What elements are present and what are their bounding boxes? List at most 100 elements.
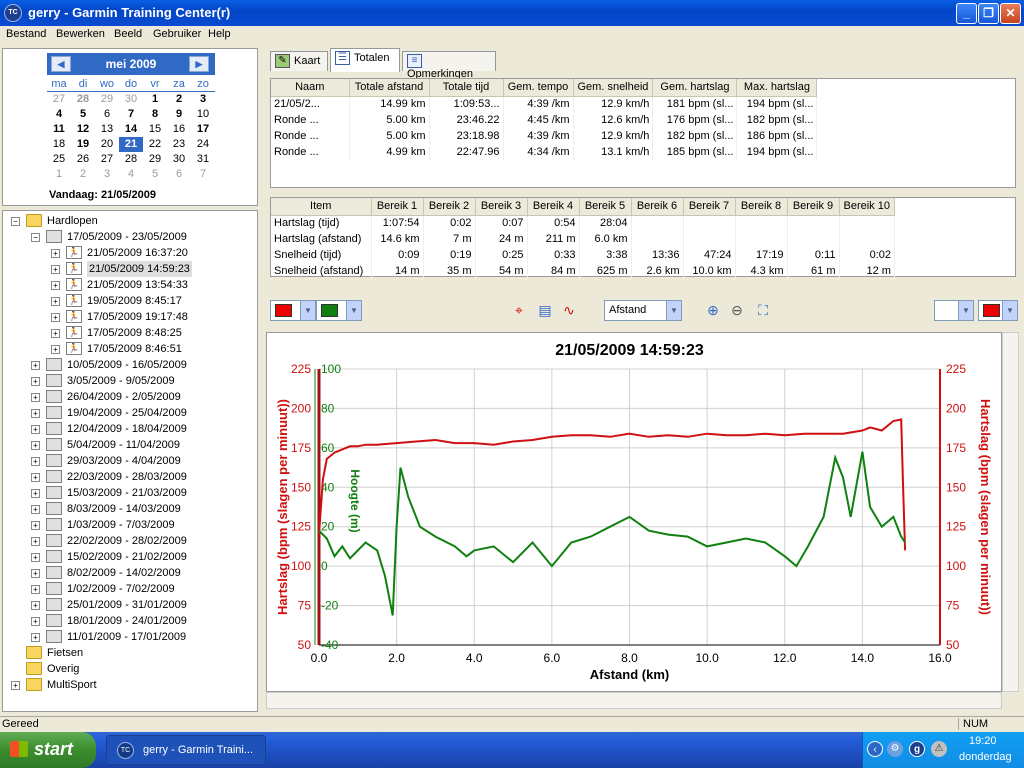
- calendar-day[interactable]: 6: [95, 107, 119, 122]
- calendar-day[interactable]: 19: [71, 137, 95, 152]
- column-header[interactable]: Totale afstand: [349, 79, 430, 97]
- expand-icon[interactable]: +: [31, 633, 40, 642]
- table-row[interactable]: 21/05/2... 14.99 km 1:09:53... 4:39 /km 12.9…: [271, 96, 818, 112]
- calendar-day[interactable]: 20: [95, 137, 119, 152]
- expand-icon[interactable]: +: [31, 617, 40, 626]
- minimize-button[interactable]: _: [956, 3, 977, 24]
- calendar-day[interactable]: 13: [95, 122, 119, 137]
- calendar-day[interactable]: 4: [119, 167, 143, 182]
- expand-icon[interactable]: +: [31, 393, 40, 402]
- calendar-day[interactable]: 27: [95, 152, 119, 167]
- calendar-day[interactable]: 5: [143, 167, 167, 182]
- prev-month-button[interactable]: ◀: [51, 56, 71, 72]
- calendar-day[interactable]: 30: [167, 152, 191, 167]
- calendar-day[interactable]: 25: [47, 152, 71, 167]
- expand-icon[interactable]: +: [51, 281, 60, 290]
- calendar-day[interactable]: 23: [167, 137, 191, 152]
- tab-kaart[interactable]: ✎ Kaart: [270, 51, 328, 71]
- expand-icon[interactable]: +: [31, 441, 40, 450]
- column-header[interactable]: Gem. tempo: [503, 79, 574, 97]
- calendar-day[interactable]: 9: [167, 107, 191, 122]
- expand-icon[interactable]: +: [31, 457, 40, 466]
- expand-icon[interactable]: +: [31, 425, 40, 434]
- vertical-scrollbar[interactable]: [1002, 332, 1019, 692]
- expand-icon[interactable]: +: [31, 505, 40, 514]
- column-header[interactable]: Naam: [271, 79, 350, 97]
- calendar-day[interactable]: 22: [143, 137, 167, 152]
- zoom-in-icon[interactable]: ⊕: [704, 301, 722, 319]
- expand-icon[interactable]: +: [51, 313, 60, 322]
- menu-gebruiker[interactable]: Gebruiker: [153, 28, 201, 40]
- horizontal-scrollbar[interactable]: [266, 692, 1002, 709]
- tab-totalen[interactable]: ☰ Totalen: [330, 48, 400, 72]
- menu-help[interactable]: Help: [208, 28, 231, 40]
- taskbar-item-garmin[interactable]: TC gerry - Garmin Traini...: [106, 735, 266, 765]
- menu-bewerken[interactable]: Bewerken: [56, 28, 105, 40]
- calendar-day[interactable]: 24: [191, 137, 215, 152]
- table-row[interactable]: Snelheid (afstand) 14 m 35 m 54 m 84 m 625 m2…: [271, 263, 895, 279]
- column-header[interactable]: Bereik 10: [839, 198, 895, 216]
- calendar-day[interactable]: 8: [143, 107, 167, 122]
- calendar-day[interactable]: 17: [191, 122, 215, 137]
- column-header[interactable]: Bereik 3: [475, 198, 528, 216]
- calendar-day[interactable]: 1: [143, 92, 167, 107]
- expand-icon[interactable]: +: [31, 377, 40, 386]
- calendar-day[interactable]: 7: [191, 167, 215, 182]
- expand-icon[interactable]: +: [51, 249, 60, 258]
- crosshair-icon[interactable]: ⌖: [510, 301, 528, 319]
- table-row[interactable]: Ronde ... 5.00 km 23:46.22 4:45 /km 12.6 km/…: [271, 112, 818, 128]
- calendar-day[interactable]: 16: [167, 122, 191, 137]
- expand-icon[interactable]: +: [51, 329, 60, 338]
- calendar-day[interactable]: 5: [71, 107, 95, 122]
- column-header[interactable]: Gem. snelheid: [573, 79, 654, 97]
- next-month-button[interactable]: ▶: [189, 56, 209, 72]
- tab-opmerkingen[interactable]: ≡Opmerkingen: [402, 51, 496, 80]
- x-axis-select[interactable]: Afstand ▼: [604, 300, 682, 321]
- expand-icon[interactable]: +: [31, 569, 40, 578]
- menu-bestand[interactable]: Bestand: [6, 28, 46, 40]
- activity-chart[interactable]: 0.0 2.0 4.0 6.0 8.0 10.0 12.0 14.0 16.050 5075 751…: [267, 333, 1001, 691]
- expand-icon[interactable]: +: [31, 409, 40, 418]
- table-row[interactable]: Ronde ... 4.99 km 22:47.96 4:34 /km 13.1 km/…: [271, 144, 818, 160]
- collapse-icon[interactable]: −: [31, 233, 40, 242]
- table-row[interactable]: Hartslag (tijd) 1:07:54 0:02 0:07 0:54 28:04: [271, 215, 895, 231]
- calendar-day[interactable]: 29: [143, 152, 167, 167]
- g-icon[interactable]: g: [909, 741, 925, 757]
- column-header[interactable]: Bereik 6: [631, 198, 684, 216]
- calendar-day[interactable]: 29: [95, 92, 119, 107]
- expand-icon[interactable]: +: [31, 553, 40, 562]
- calendar-day[interactable]: 31: [191, 152, 215, 167]
- extra-color-picker[interactable]: ▼: [934, 300, 974, 321]
- calendar-day[interactable]: 2: [71, 167, 95, 182]
- calendar-day[interactable]: 3: [95, 167, 119, 182]
- hr-line-color-picker[interactable]: ▼: [978, 300, 1018, 321]
- calendar-day[interactable]: 15: [143, 122, 167, 137]
- calendar-day[interactable]: 1: [47, 167, 71, 182]
- column-header[interactable]: Bereik 2: [423, 198, 476, 216]
- column-header[interactable]: Bereik 1: [371, 198, 424, 216]
- start-button[interactable]: start: [0, 732, 96, 768]
- calendar-day[interactable]: 28: [119, 152, 143, 167]
- today-label[interactable]: Vandaag: 21/05/2009: [49, 189, 156, 201]
- table-row[interactable]: Hartslag (afstand) 14.6 km 7 m 24 m 211 m 6.0…: [271, 231, 895, 247]
- column-header[interactable]: Max. hartslag: [736, 79, 818, 97]
- collapse-icon[interactable]: −: [11, 217, 20, 226]
- calendar-day[interactable]: 11: [47, 122, 71, 137]
- expand-icon[interactable]: +: [31, 521, 40, 530]
- calendar-day[interactable]: 14: [119, 122, 143, 137]
- column-header[interactable]: Totale tijd: [429, 79, 504, 97]
- calendar-day[interactable]: 30: [119, 92, 143, 107]
- expand-icon[interactable]: +: [31, 601, 40, 610]
- expand-icon[interactable]: +: [11, 681, 20, 690]
- column-header[interactable]: Bereik 5: [579, 198, 632, 216]
- column-header[interactable]: Item: [271, 198, 372, 216]
- zoom-fit-icon[interactable]: ⛶: [754, 301, 772, 319]
- expand-icon[interactable]: +: [51, 345, 60, 354]
- expand-icon[interactable]: +: [31, 537, 40, 546]
- zoom-out-icon[interactable]: ⊖: [728, 301, 746, 319]
- calendar-day[interactable]: 10: [191, 107, 215, 122]
- grid-toggle-icon[interactable]: ▤: [536, 301, 554, 319]
- hr-color-picker[interactable]: ▼: [270, 300, 316, 321]
- column-header[interactable]: Bereik 4: [527, 198, 580, 216]
- column-header[interactable]: Bereik 7: [683, 198, 736, 216]
